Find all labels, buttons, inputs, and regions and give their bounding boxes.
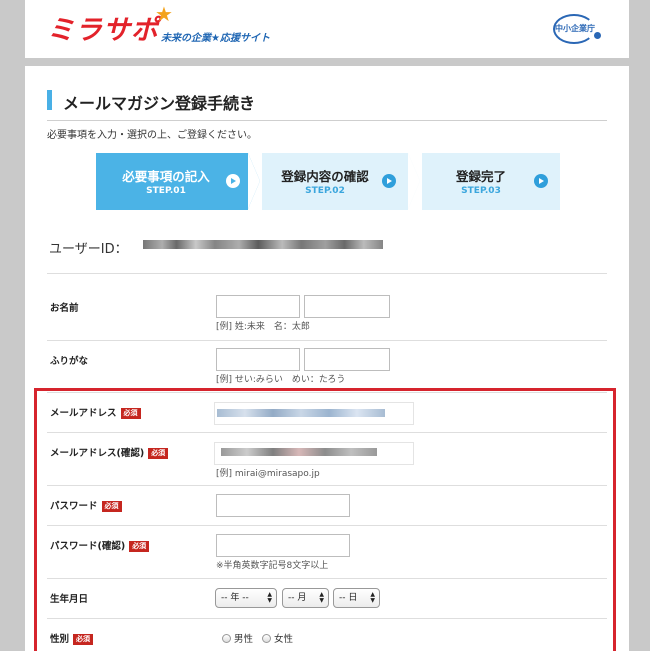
title-divider xyxy=(47,120,607,121)
play-circle-icon xyxy=(534,174,548,188)
step-1-label: 必要事項の記入 xyxy=(122,169,210,184)
furigana-label: ふりがな xyxy=(50,356,89,367)
user-id-value-redacted xyxy=(143,240,383,249)
first-name-input[interactable] xyxy=(304,295,390,318)
user-id-label: ユーザーID： xyxy=(49,242,128,257)
last-name-input[interactable] xyxy=(216,295,300,318)
step-3-number: STEP.03 xyxy=(461,186,501,196)
step-3: 登録完了 STEP.03 xyxy=(422,153,560,210)
step-indicator: 必要事項の記入 STEP.01 登録内容の確認 STEP.02 登録完了 STE… xyxy=(96,153,560,210)
title-accent-bar xyxy=(47,90,52,110)
play-circle-icon xyxy=(226,174,240,188)
site-tagline: 未来の企業★応援サイト xyxy=(161,33,270,44)
furigana-hint: [例] せい:みらい めい：たろう xyxy=(216,375,346,385)
step-3-label: 登録完了 xyxy=(455,169,506,184)
step-3-notch xyxy=(408,153,420,209)
page-title: メールマガジン登録手続き xyxy=(63,94,256,113)
first-name-kana-input[interactable] xyxy=(304,348,390,371)
intro-text: 必要事項を入力・選択の上、ご登録ください。 xyxy=(47,130,257,141)
step-2-number: STEP.02 xyxy=(305,186,345,196)
name-hint: [例] 姓:未来 名：太郎 xyxy=(216,322,310,332)
play-circle-icon xyxy=(382,174,396,188)
agency-dot-icon xyxy=(594,32,601,39)
site-header: ミラサポ ★ 未来の企業★応援サイト 中小企業庁 xyxy=(25,0,629,58)
divider xyxy=(47,340,607,341)
agency-logo[interactable]: 中小企業庁 xyxy=(553,14,601,44)
step-2-notch xyxy=(248,153,260,209)
step-1-number: STEP.01 xyxy=(146,186,186,196)
step-2: 登録内容の確認 STEP.02 xyxy=(262,153,408,210)
name-label: お名前 xyxy=(50,303,79,314)
last-name-kana-input[interactable] xyxy=(216,348,300,371)
divider xyxy=(47,273,607,274)
step-2-label: 登録内容の確認 xyxy=(281,169,369,184)
logo-star-icon: ★ xyxy=(155,2,173,26)
agency-name: 中小企業庁 xyxy=(555,24,595,33)
highlight-frame xyxy=(34,388,616,651)
site-logo[interactable]: ミラサポ xyxy=(47,8,159,47)
step-1: 必要事項の記入 STEP.01 xyxy=(96,153,248,210)
